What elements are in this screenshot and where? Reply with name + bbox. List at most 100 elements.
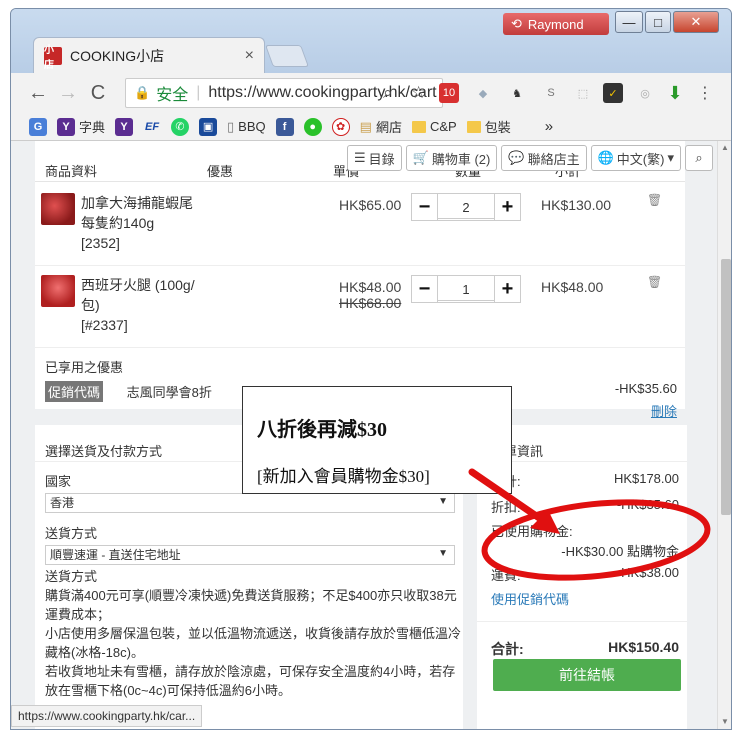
page-scrollbar[interactable]: ▲ ▼ [717, 141, 731, 729]
summary-label: 運費: [491, 568, 521, 583]
use-promo-code-link[interactable]: 使用促銷代碼 [491, 589, 569, 608]
qty-input[interactable]: 2 [438, 195, 494, 219]
method-label: 送貨方式 [45, 526, 98, 541]
pdf-icon[interactable]: ⬚ [573, 83, 593, 103]
browser-window: ⟲ Raymond — □ ✕ 小店 COOKING小店 × ← → C 🔒 安… [10, 8, 732, 730]
wechat-icon[interactable]: ● [303, 117, 322, 136]
qty-minus-button[interactable]: − [412, 276, 438, 302]
promo-heading: 已享用之優惠 [45, 360, 124, 375]
divider: | [196, 84, 201, 101]
maximize-button[interactable]: □ [645, 11, 671, 33]
trash-icon[interactable]: 🗑 [647, 193, 662, 207]
address-bar[interactable]: 🔒 安全 | https://www.cookingparty.hk/cart [125, 78, 443, 108]
country-label: 國家 [45, 474, 72, 489]
new-tab-button[interactable] [264, 45, 310, 67]
country-select[interactable]: 香港 ▼ [45, 493, 455, 513]
bookmark-label: C&P [429, 119, 457, 134]
promo-tag: 促銷代碼 [45, 381, 104, 402]
bookmark-star-icon[interactable]: ☆ [411, 83, 426, 103]
download-arrow-icon[interactable]: ⬇ [665, 83, 685, 103]
extension-circle-icon[interactable]: ◎ [635, 83, 655, 103]
product-image[interactable] [41, 275, 75, 307]
bookmark-tile-icon[interactable]: ▣ [199, 117, 218, 136]
url-text: https://www.cookingparty.hk/cart [208, 84, 437, 101]
shipping-info-line: 小店使用多層保溫包裝，並以低溫物流遞送，收貨後請存放於雪櫃低溫冷藏格(冰格-18… [45, 626, 462, 660]
summary-shipping-row: 運費: HK$38.00 [491, 565, 689, 584]
shipping-info-line: 若收貨地址未有雪櫃，請存放於陰涼處，可保存安全溫度約4小時，若存放在雪櫃下格(0… [45, 664, 456, 698]
yahoo-icon[interactable]: Y [115, 117, 134, 136]
bookmarks-overflow-button[interactable]: » [545, 118, 553, 135]
back-button[interactable]: ← [23, 82, 53, 105]
cart-item: 西班牙火腿 (100g/包) [#2337] HK$48.00 HK$68.00 −… [35, 269, 685, 333]
search-button[interactable]: ⌕ [684, 145, 713, 171]
user-profile-button[interactable]: ⟲ Raymond [503, 13, 609, 35]
facebook-icon[interactable]: f [275, 117, 294, 136]
summary-value: HK$178.00 [613, 471, 679, 486]
bookmark-red-icon[interactable]: ✿ [331, 117, 350, 136]
header-nav: ☰ 目錄 🛒 購物車 (2) 💬 聯絡店主 🌐 中文(繁) ▾ ⌕ [347, 145, 713, 171]
catalog-button[interactable]: ☰ 目錄 [347, 145, 402, 171]
forward-button[interactable]: → [53, 82, 83, 105]
status-bar-url: https://www.cookingparty.hk/car... [11, 705, 203, 727]
qty-plus-button[interactable]: + [494, 276, 520, 302]
bookmark-label: 字典 [79, 120, 106, 135]
bookmark-folder-packaging[interactable]: 包裝 [466, 117, 511, 136]
page-icon: ▯ [227, 118, 235, 134]
browser-tab[interactable]: 小店 COOKING小店 × [33, 37, 265, 73]
checkout-button[interactable]: 前往結帳 [493, 659, 681, 691]
chevron-down-icon: ▼ [438, 496, 448, 507]
shipping-method-select[interactable]: 順豐速運 - 直送住宅地址 ▼ [45, 545, 455, 565]
google-translate-icon[interactable]: G [29, 117, 47, 136]
todo-check-icon[interactable]: ✓ [603, 83, 623, 103]
product-image[interactable] [41, 193, 75, 225]
promo-delete-link[interactable]: 刪除 [651, 401, 677, 420]
browser-toolbar: ← → C 🔒 安全 | https://www.cookingparty.hk… [11, 73, 731, 113]
sync-icon: ⟲ [511, 16, 522, 31]
zoom-icon[interactable]: ⌕ [383, 83, 393, 103]
method-value: 順豐速運 - 直送住宅地址 [50, 548, 181, 562]
product-name[interactable]: 加拿大海捕龍蝦尾 每隻約140g [2352] [81, 193, 201, 253]
user-name: Raymond [527, 16, 584, 32]
divider [35, 347, 685, 348]
summary-subtotal-row: 小計:HK$178.00 [491, 471, 689, 490]
chevron-down-icon: ▾ [667, 150, 674, 165]
evernote-icon[interactable]: ♞ [507, 83, 527, 103]
qty-minus-button[interactable]: − [412, 194, 438, 220]
shop-icon: ▤ [359, 118, 372, 134]
minimize-button[interactable]: — [615, 11, 643, 33]
col-product: 商品資料 [45, 164, 98, 179]
bookmark-folder-cp[interactable]: C&P [411, 119, 457, 134]
qty-plus-button[interactable]: + [494, 194, 520, 220]
contact-button[interactable]: 💬 聯絡店主 [501, 145, 587, 171]
summary-total-row: 合計: HK$150.40 [491, 639, 689, 659]
favicon-icon: 小店 [44, 45, 62, 71]
extension-badge-icon[interactable]: 10 [439, 83, 459, 103]
extension-s-icon[interactable]: S [541, 83, 561, 103]
promo-row: 促銷代碼 志風同學會8折 [45, 381, 212, 402]
unit-price: HK$65.00 [339, 197, 402, 213]
cart-icon: 🛒 [412, 150, 429, 165]
dropbox-icon[interactable]: ◆ [473, 83, 493, 103]
tab-close-icon[interactable]: × [245, 47, 254, 65]
folder-icon [411, 120, 426, 133]
cart-button[interactable]: 🛒 購物車 (2) [405, 145, 498, 171]
divider [477, 621, 687, 622]
bookmark-shop[interactable]: ▤ 網店 [360, 117, 402, 136]
reload-button[interactable]: C [83, 82, 113, 105]
summary-value: -HK$35.60 [616, 497, 679, 512]
qty-input[interactable]: 1 [438, 277, 494, 301]
close-window-button[interactable]: ✕ [673, 11, 719, 33]
bookmark-label: 網店 [375, 120, 402, 135]
bookmark-bbq[interactable]: ▯ BBQ [227, 119, 266, 135]
line-subtotal: HK$130.00 [541, 197, 612, 213]
bookmark-dictionary[interactable]: Y 字典 [57, 117, 105, 136]
scroll-up-icon[interactable]: ▲ [721, 143, 729, 152]
scrollbar-thumb[interactable] [721, 259, 731, 515]
product-name[interactable]: 西班牙火腿 (100g/包) [#2337] [81, 275, 201, 335]
menu-kebab-icon[interactable]: ⋮ [695, 83, 715, 103]
whatsapp-icon[interactable]: ✆ [171, 117, 190, 136]
scroll-down-icon[interactable]: ▼ [721, 717, 729, 726]
trash-icon[interactable]: 🗑 [647, 275, 662, 289]
ef-icon[interactable]: EF [143, 118, 161, 136]
language-select[interactable]: 🌐 中文(繁) ▾ [590, 145, 681, 171]
